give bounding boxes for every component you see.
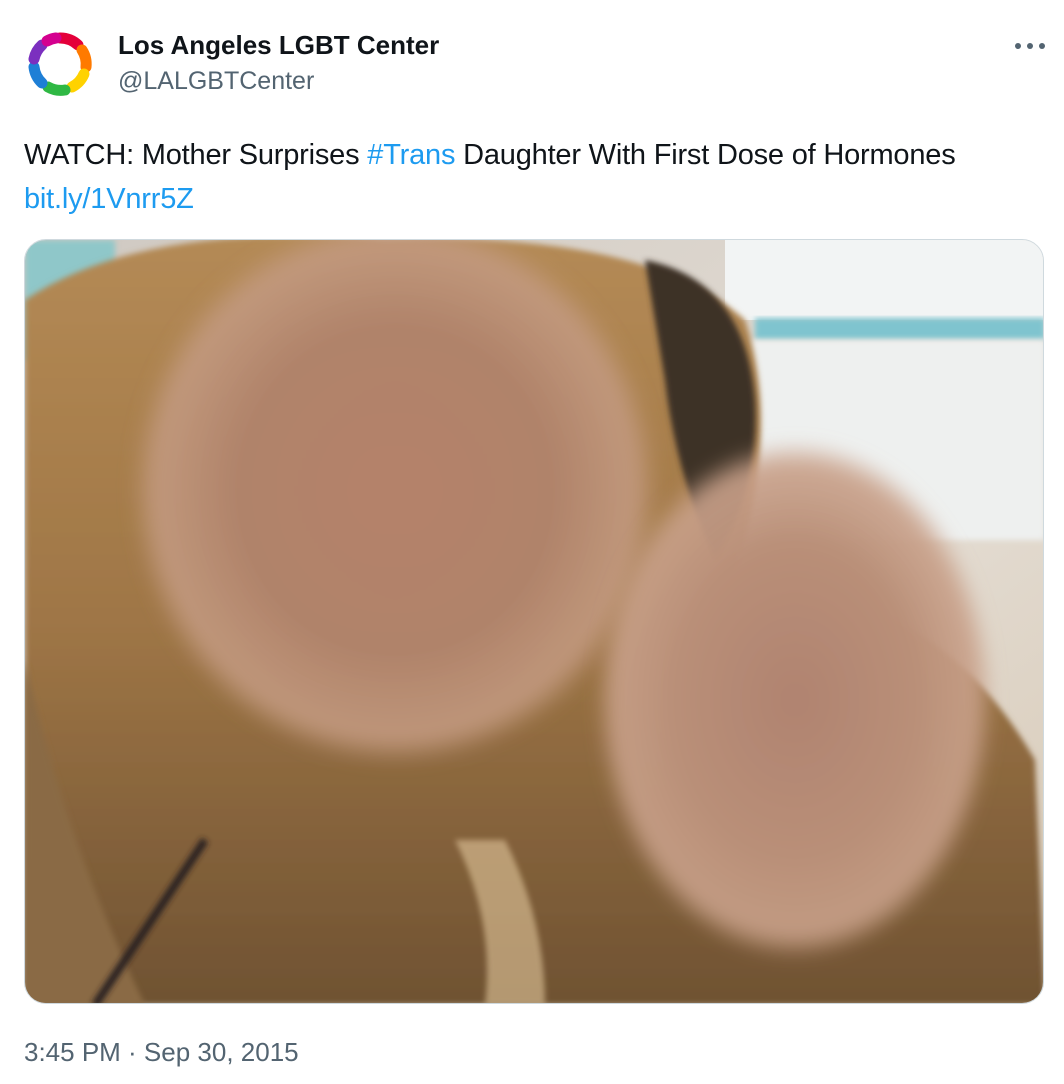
more-options-button[interactable] bbox=[1010, 28, 1050, 64]
tweet-media-photo[interactable] bbox=[24, 239, 1044, 1004]
more-horizontal-icon bbox=[1015, 43, 1045, 49]
author-handle[interactable]: @LALGBTCenter bbox=[118, 64, 314, 98]
author-avatar[interactable] bbox=[22, 26, 98, 102]
tweet-text-line: WATCH: Mother Surprises #Trans Daughter … bbox=[24, 133, 1054, 177]
tweet-text: WATCH: Mother Surprises #Trans Daughter … bbox=[24, 133, 1054, 221]
tweet-text-prefix: WATCH: Mother Surprises bbox=[24, 139, 368, 171]
tweet-url-link[interactable]: bit.ly/1Vnrr5Z bbox=[24, 183, 194, 215]
rainbow-ring-logo-icon bbox=[28, 32, 92, 96]
tweet-timestamp[interactable]: 3:45 PM · Sep 30, 2015 bbox=[24, 1033, 299, 1071]
author-name[interactable]: Los Angeles LGBT Center bbox=[118, 28, 439, 62]
tweet-text-suffix: Daughter With First Dose of Hormones bbox=[455, 139, 956, 171]
photo-icon bbox=[25, 240, 1043, 1003]
hashtag-link[interactable]: #Trans bbox=[367, 139, 455, 171]
